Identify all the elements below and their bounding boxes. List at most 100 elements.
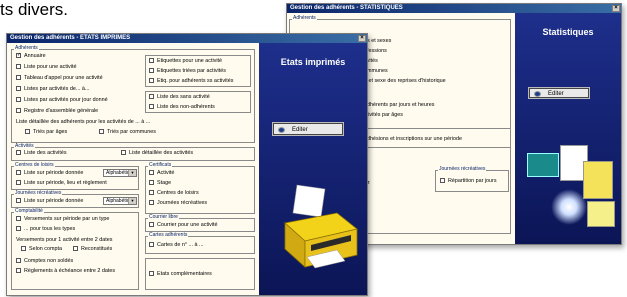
checkbox[interactable] — [16, 198, 21, 204]
centres-sort-select[interactable]: Alphabétique ▼ — [103, 169, 137, 177]
etiq-sans-activite-checkbox[interactable]: Etiq. pour adhérents ss activités — [149, 78, 233, 85]
tableau-appel-label: Tableau d'appel pour une activité — [24, 75, 103, 81]
tries-ages-checkbox[interactable]: Triés par âges — [25, 129, 67, 136]
stats-row[interactable]: adhérents par jours et heures — [364, 102, 434, 109]
courrier-group-label: Courrier libre — [148, 214, 179, 221]
stats-row[interactable]: ctivités par âges — [364, 112, 403, 119]
stats-row[interactable]: e et sexe des reprises d'historique — [364, 78, 446, 85]
selon-compta-checkbox[interactable]: Selon compta — [21, 246, 62, 253]
etiq-activite-checkbox[interactable]: Etiquettes pour une activité — [149, 58, 222, 65]
reports-form: Adhérents ✓ Annuaire Liste pour une activ… — [7, 43, 259, 295]
tries-communes-checkbox[interactable]: Triés par communes — [99, 129, 156, 136]
stats-journees-label: Journées récréatives — [438, 166, 487, 173]
annuaire-checkbox[interactable]: ✓ Annuaire — [16, 53, 46, 60]
checkbox[interactable] — [16, 226, 21, 232]
checkbox[interactable] — [16, 108, 21, 114]
checkbox[interactable] — [121, 150, 126, 156]
checkbox-checked[interactable]: ✓ — [16, 53, 21, 59]
stats-edit-button[interactable]: Editer — [528, 87, 590, 99]
listes-jour-checkbox[interactable]: Listes par activités pour jour donné — [16, 97, 108, 104]
reglements-echeance-label: Règlements à échéance entre 2 dates — [24, 268, 116, 274]
checkbox[interactable] — [16, 170, 21, 176]
paper-bars — [583, 161, 613, 199]
checkbox[interactable] — [149, 190, 154, 196]
non-adherents-checkbox[interactable]: Liste des non-adhérents — [149, 104, 215, 111]
journees-group-label: Journées récréatives — [14, 190, 63, 197]
reports-title-bar: Gestion des adhérents - ETATS IMPRIMES × — [7, 34, 367, 43]
checkbox[interactable] — [149, 170, 154, 176]
sans-activite-checkbox[interactable]: Liste des sans activité — [149, 94, 210, 101]
cert-stage-checkbox[interactable]: Stage — [149, 180, 171, 187]
cartes-checkbox[interactable]: Cartes de n° ... à ... — [149, 242, 204, 249]
checkbox[interactable] — [25, 129, 30, 135]
stats-row[interactable]: es et sexes — [364, 38, 391, 45]
reports-edit-button[interactable]: Editer — [272, 122, 344, 136]
liste-detaillee-activites-checkbox[interactable]: Liste détaillée des activités — [121, 150, 193, 157]
checkbox[interactable] — [149, 94, 154, 100]
liste-activites-checkbox[interactable]: Liste des activités — [16, 150, 67, 157]
journees-sort-select[interactable]: Alphabétique ▼ — [103, 197, 137, 205]
checkbox[interactable] — [73, 246, 78, 252]
checkbox[interactable] — [16, 150, 21, 156]
versements-activite-text: Versements pour 1 activité entre 2 dates — [16, 237, 113, 243]
journees-periode-checkbox[interactable]: Liste sur période donnée — [16, 198, 83, 205]
courrier-activite-checkbox[interactable]: Courrier pour une activité — [149, 222, 218, 229]
tableau-appel-checkbox[interactable]: Tableau d'appel pour une activité — [16, 75, 103, 82]
statistics-title: Gestion des adhérents - STATISTIQUES — [290, 5, 403, 11]
selon-compta-label: Selon compta — [29, 246, 62, 252]
checkbox[interactable] — [149, 200, 154, 206]
chevron-down-icon[interactable]: ▼ — [128, 198, 136, 204]
tous-types-checkbox[interactable]: ... pour tous les types — [16, 226, 75, 233]
checkbox[interactable] — [440, 178, 445, 184]
close-icon[interactable]: × — [612, 5, 620, 12]
checkbox[interactable] — [16, 64, 21, 70]
registre-checkbox[interactable]: Registre d'assemblée générale — [16, 108, 98, 115]
checkbox[interactable] — [149, 242, 154, 248]
comptes-non-soldes-label: Comptes non soldés — [24, 258, 74, 264]
comptes-non-soldes-checkbox[interactable]: Comptes non soldés — [16, 258, 73, 265]
stats-row[interactable]: adhésions et inscriptions sur une périod… — [364, 136, 462, 143]
statistics-heading: Statistiques — [542, 27, 594, 37]
checkbox[interactable] — [149, 68, 154, 74]
etats-comp-checkbox[interactable]: Etats complémentaires — [149, 271, 212, 278]
cert-centres-checkbox[interactable]: Centres de loisirs — [149, 190, 199, 197]
cert-activite-label: Activité — [157, 170, 175, 176]
checkbox[interactable] — [149, 180, 154, 186]
edit-icon — [534, 91, 541, 97]
checkbox[interactable] — [16, 258, 21, 264]
reglements-echeance-checkbox[interactable]: Règlements à échéance entre 2 dates — [16, 268, 115, 275]
checkbox[interactable] — [16, 86, 21, 92]
checkbox[interactable] — [149, 222, 154, 228]
listes-activites-checkbox[interactable]: Listes par activités de... à... — [16, 86, 89, 93]
liste-activites-label: Liste des activités — [24, 150, 67, 156]
chevron-down-icon[interactable]: ▼ — [128, 170, 136, 176]
close-icon[interactable]: × — [358, 35, 366, 42]
checkbox[interactable] — [149, 58, 154, 64]
adherents-group-label: Adhérents — [14, 45, 39, 52]
checkbox[interactable] — [16, 216, 21, 222]
checkbox[interactable] — [149, 104, 154, 110]
centres-periode-checkbox[interactable]: Liste sur période donnée — [16, 170, 83, 177]
checkbox[interactable] — [16, 75, 21, 81]
sans-activite-label: Liste des sans activité — [157, 94, 210, 100]
cert-activite-checkbox[interactable]: Activité — [149, 170, 174, 177]
centres-lieu-checkbox[interactable]: Liste sur période, lieu et règlement — [16, 180, 107, 187]
non-adherents-label: Liste des non-adhérents — [157, 104, 215, 110]
checkbox[interactable] — [99, 129, 104, 135]
checkbox[interactable] — [16, 97, 21, 103]
cert-journees-checkbox[interactable]: Journées récréatives — [149, 200, 207, 207]
tous-types-label: ... pour tous les types — [24, 226, 76, 232]
checkbox[interactable] — [149, 271, 154, 277]
checkbox[interactable] — [16, 180, 21, 186]
reconstitues-checkbox[interactable]: Reconstitués — [73, 246, 112, 253]
liste-activite-checkbox[interactable]: Liste pour une activité — [16, 64, 76, 71]
checkbox[interactable] — [16, 268, 21, 274]
checkbox[interactable] — [149, 78, 154, 84]
checkbox[interactable] — [21, 246, 26, 252]
versements-type-checkbox[interactable]: Versements sur période par un type — [16, 216, 109, 223]
certificats-group-label: Certificats — [148, 162, 173, 169]
etats-comp-label: Etats complémentaires — [157, 271, 212, 277]
repartition-checkbox[interactable]: Répartition par jours — [440, 178, 497, 185]
comptabilite-group-label: Comptabilité — [14, 208, 44, 215]
etiq-triees-checkbox[interactable]: Etiquettes triées par activités — [149, 68, 226, 75]
